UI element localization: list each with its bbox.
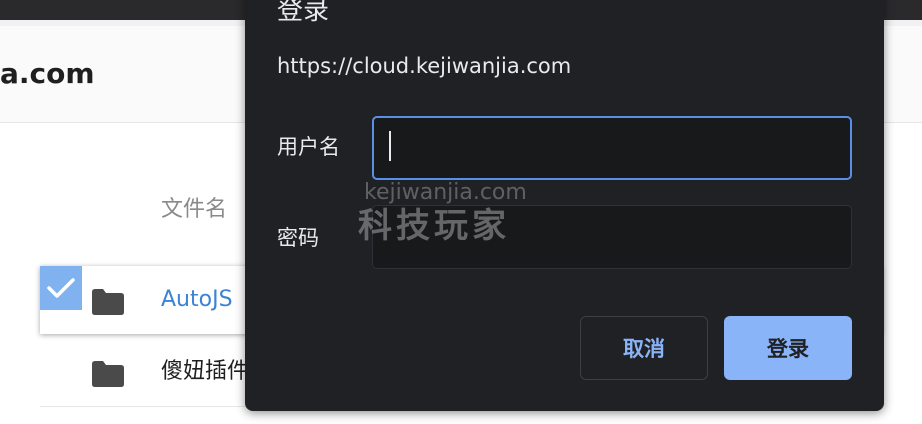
file-name[interactable]: AutoJS bbox=[161, 286, 233, 314]
text-caret bbox=[389, 131, 391, 161]
folder-icon bbox=[92, 289, 124, 315]
login-dialog: 登录 https://cloud.kejiwanjia.com 用户名 密码 取… bbox=[245, 0, 884, 411]
username-label: 用户名 bbox=[277, 135, 340, 159]
watermark-text: 科技玩家 bbox=[358, 206, 510, 246]
username-input[interactable] bbox=[372, 116, 852, 180]
watermark-url: kejiwanjia.com bbox=[364, 180, 527, 205]
dialog-url: https://cloud.kejiwanjia.com bbox=[277, 54, 572, 78]
site-name: a.com bbox=[0, 57, 95, 90]
folder-icon bbox=[92, 361, 124, 387]
check-icon bbox=[47, 278, 75, 298]
dialog-title: 登录 bbox=[277, 0, 330, 26]
password-label: 密码 bbox=[277, 226, 319, 250]
login-button[interactable]: 登录 bbox=[724, 316, 852, 380]
file-name[interactable]: 傻妞插件 bbox=[161, 358, 249, 386]
cancel-button[interactable]: 取消 bbox=[580, 316, 708, 380]
column-header-filename[interactable]: 文件名 bbox=[161, 196, 227, 224]
checkbox-checked[interactable] bbox=[40, 266, 82, 310]
